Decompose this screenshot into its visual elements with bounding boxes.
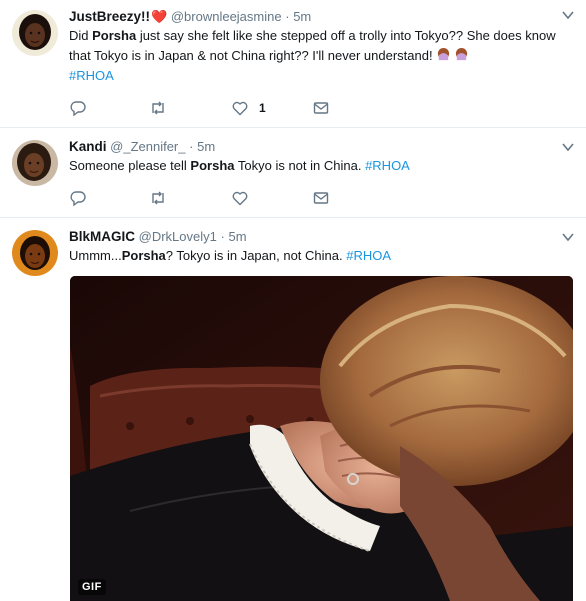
avatar[interactable] xyxy=(12,140,58,186)
tweet-actions: 1 xyxy=(69,98,369,118)
separator: · xyxy=(220,229,225,244)
avatar[interactable] xyxy=(12,230,58,276)
display-name[interactable]: JustBreezy!! xyxy=(69,9,150,24)
separator: · xyxy=(189,139,194,154)
tweet[interactable]: JustBreezy!!❤️ @brownleejasmine · 5m Did… xyxy=(0,0,586,128)
facepalm-emoji-icon xyxy=(455,47,467,61)
hashtag-link[interactable]: #RHOA xyxy=(365,158,410,173)
facepalm-emoji-icon xyxy=(437,47,449,61)
gif-frame-image xyxy=(70,276,573,601)
user-handle[interactable]: @brownleejasmine xyxy=(171,9,282,24)
reply-icon xyxy=(70,101,86,117)
reply-button[interactable] xyxy=(69,188,87,208)
direct-message-icon xyxy=(313,102,329,114)
like-count: 1 xyxy=(259,101,266,115)
tweet-text: Did Porsha just say she felt like she st… xyxy=(69,28,556,83)
hashtag-link[interactable]: #RHOA xyxy=(69,68,114,83)
like-button[interactable]: 1 xyxy=(231,98,266,118)
tweet-text: Someone please tell Porsha Tokyo is not … xyxy=(69,158,410,173)
separator: · xyxy=(285,9,290,24)
timestamp[interactable]: 5m xyxy=(228,229,246,244)
display-name[interactable]: Kandi xyxy=(69,139,107,154)
like-icon xyxy=(232,191,248,206)
gif-badge: GIF xyxy=(78,579,106,595)
like-button[interactable] xyxy=(231,188,249,208)
reply-button[interactable] xyxy=(69,98,87,118)
user-handle[interactable]: @_Zennifer_ xyxy=(110,139,185,154)
hashtag-link[interactable]: #RHOA xyxy=(346,248,391,263)
like-icon xyxy=(232,101,248,116)
retweet-button[interactable] xyxy=(149,98,167,118)
retweet-button[interactable] xyxy=(149,188,167,208)
reply-icon xyxy=(70,191,86,207)
caret-down-icon[interactable] xyxy=(562,232,574,242)
tweet[interactable]: Kandi @_Zennifer_ · 5m Someone please te… xyxy=(0,128,586,218)
display-name[interactable]: BlkMAGIC xyxy=(69,229,135,244)
heart-emoji-icon: ❤️ xyxy=(151,9,168,24)
direct-message-button[interactable] xyxy=(312,188,330,208)
retweet-icon xyxy=(152,101,164,115)
user-handle[interactable]: @DrkLovely1 xyxy=(139,229,217,244)
gif-media[interactable]: GIF xyxy=(70,276,573,601)
avatar[interactable] xyxy=(12,10,58,56)
timestamp[interactable]: 5m xyxy=(293,9,311,24)
caret-down-icon[interactable] xyxy=(562,10,574,20)
direct-message-icon xyxy=(313,192,329,204)
direct-message-button[interactable] xyxy=(312,98,330,118)
tweet-actions xyxy=(69,188,369,208)
timestamp[interactable]: 5m xyxy=(197,139,215,154)
caret-down-icon[interactable] xyxy=(562,142,574,152)
tweet-text: Ummm...Porsha? Tokyo is in Japan, not Ch… xyxy=(69,248,392,263)
retweet-icon xyxy=(152,191,164,205)
